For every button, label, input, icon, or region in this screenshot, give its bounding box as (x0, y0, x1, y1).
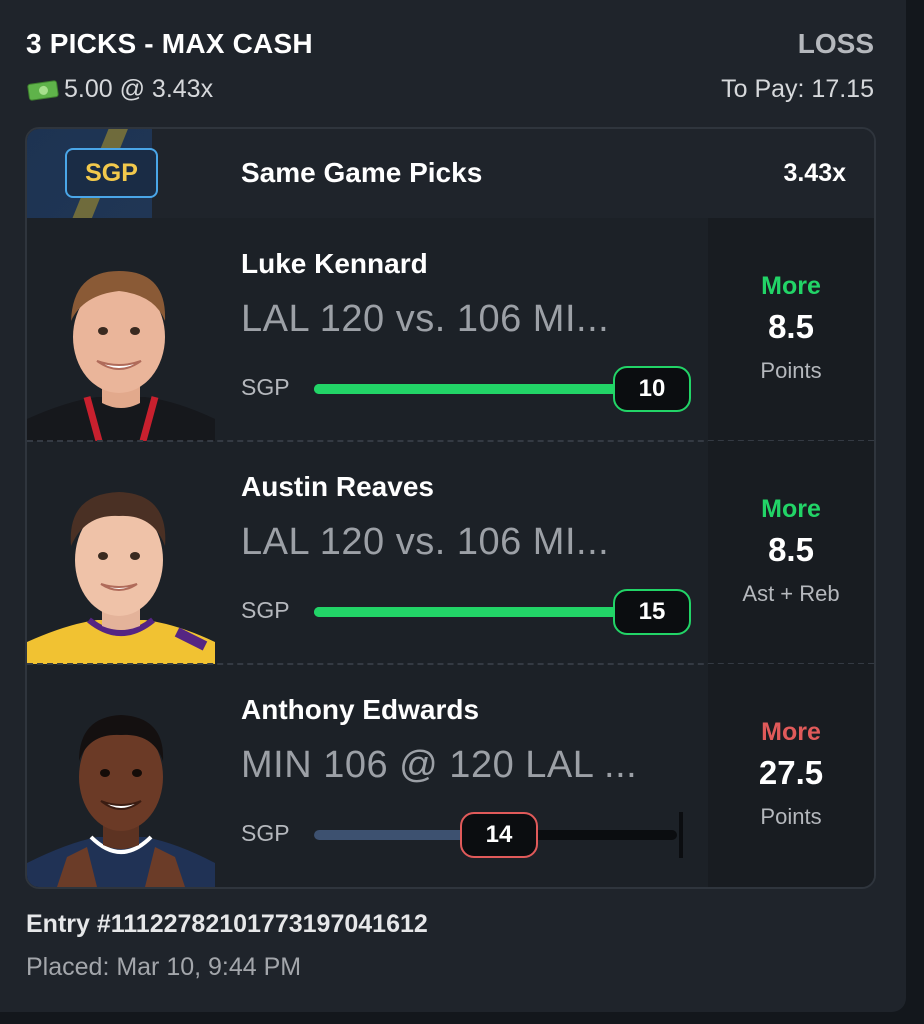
current-stat-bubble: 14 (460, 812, 538, 858)
picks-panel: SGP Same Game Picks 3.43x Luke Kennard L… (25, 127, 876, 889)
target-tick (679, 812, 683, 858)
game-matchup: MIN 106 @ 120 LAL ... (241, 744, 638, 786)
player-photo-avatar (27, 697, 215, 887)
pick-line-value: 8.5 (768, 531, 814, 568)
pick-line-panel: More 8.5 Ast + Reb (708, 441, 874, 664)
game-matchup: LAL 120 vs. 106 MI... (241, 521, 610, 563)
game-matchup: LAL 120 vs. 106 MI... (241, 298, 610, 340)
money-icon (26, 79, 60, 101)
result-status: LOSS (797, 28, 874, 59)
progress-label: SGP (241, 374, 290, 400)
player-photo-avatar (27, 474, 215, 664)
pick-row[interactable]: Luke Kennard LAL 120 vs. 106 MI... SGP 1… (27, 218, 874, 441)
current-stat-bubble: 10 (613, 366, 691, 412)
pick-row[interactable]: Anthony Edwards MIN 106 @ 120 LAL ... SG… (27, 664, 874, 887)
pick-direction: More (761, 718, 821, 746)
pick-line-value: 8.5 (768, 308, 814, 345)
current-stat-bubble: 15 (613, 589, 691, 635)
pick-direction: More (761, 495, 821, 523)
pick-direction: More (761, 272, 821, 300)
player-name: Anthony Edwards (241, 694, 480, 725)
pick-stat-type: Points (760, 804, 822, 829)
placed-timestamp: Placed: Mar 10, 9:44 PM (26, 953, 302, 981)
picks-multiplier: 3.43x (783, 159, 846, 187)
pick-stat-type: Points (760, 358, 822, 383)
pick-row[interactable]: Austin Reaves LAL 120 vs. 106 MI... SGP … (27, 441, 874, 664)
player-name: Luke Kennard (241, 248, 428, 279)
pick-line-value: 27.5 (758, 754, 824, 791)
pick-line-panel: More 27.5 Points (708, 664, 874, 887)
sgp-badge: SGP (65, 148, 158, 198)
stake-text: 5.00 @ 3.43x (64, 75, 214, 103)
player-photo-avatar (27, 251, 215, 441)
picks-header: SGP Same Game Picks 3.43x (27, 129, 874, 218)
progress-label: SGP (241, 597, 290, 623)
picks-header-title: Same Game Picks (241, 157, 483, 188)
entry-card[interactable]: 3 PICKS - MAX CASH LOSS 5.00 @ 3.43x To … (0, 0, 906, 1012)
player-name: Austin Reaves (241, 471, 434, 502)
stake-info: 5.00 @ 3.43x (26, 75, 213, 104)
pick-line-panel: More 8.5 Points (708, 218, 874, 441)
to-pay: To Pay: 17.15 (721, 75, 874, 103)
progress-label: SGP (241, 820, 290, 846)
entry-number: Entry #111227821017731970416​12 (26, 910, 428, 938)
pick-stat-type: Ast + Reb (742, 581, 840, 606)
entry-title: 3 PICKS - MAX CASH (26, 28, 313, 59)
